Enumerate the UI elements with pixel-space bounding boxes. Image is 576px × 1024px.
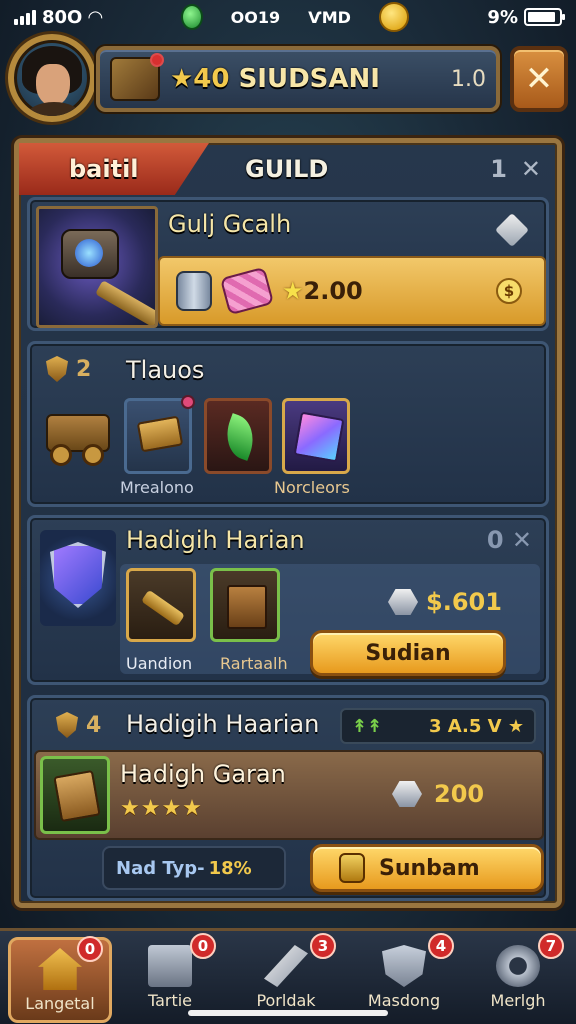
carrier-text: 80О (42, 6, 83, 28)
home-indicator[interactable] (188, 1010, 388, 1016)
slot-label-b: Norcleors (274, 478, 350, 497)
hammer-icon (36, 206, 158, 328)
status-right: 9% (487, 6, 565, 28)
crate-icon (227, 585, 267, 629)
card4-title: Hadigih Haarian (126, 710, 320, 738)
dollar-icon: $ (496, 278, 522, 304)
nav-label: Porldak (256, 991, 316, 1010)
tab-battle[interactable]: baitil (19, 143, 209, 195)
card1-title: Gulj Gcalh (168, 210, 292, 238)
battery-icon (523, 8, 565, 26)
card4-badge: 4 (56, 712, 101, 738)
chest-icon (136, 415, 184, 453)
nav-settings[interactable]: Merlgh 7 (466, 933, 570, 1023)
tower-icon (148, 945, 192, 987)
card2-title: Tlauos (126, 356, 205, 384)
item-slot-chest[interactable] (124, 395, 195, 474)
gold-coin-icon (378, 2, 409, 32)
item-slot-tome[interactable] (282, 398, 350, 474)
slot-label-a: Mrealono (120, 478, 194, 497)
shield-icon (382, 945, 426, 987)
status-center-b: ѴМD (308, 7, 351, 27)
tab-bar: baitil GUILD 1 ✕ (19, 143, 557, 195)
ribbon-icon (219, 266, 275, 316)
quest-subtitle: Hadigh Garan (120, 760, 286, 788)
tab-controls: 1 ✕ (490, 155, 557, 183)
rating-stars: ★★★★ (120, 796, 203, 821)
guild-header-panel: ★40 SIUDSANI 1.0 (96, 46, 500, 112)
notification-dot (181, 395, 195, 409)
guild-reward-card: Gulj Gcalh ★2.00 $ (27, 197, 549, 331)
nav-label: Masdong (367, 991, 441, 1010)
card3-title: Hadigih Harian (126, 526, 305, 554)
nav-badge: 0 (77, 936, 103, 962)
nav-badge: 4 (428, 933, 454, 959)
status-center-a: ОО19 (230, 7, 281, 27)
reward-value: ★2.00 (282, 277, 363, 305)
wifi-icon: ◠ (88, 6, 103, 28)
offer-price: $.601 (388, 588, 502, 616)
items-card: 2 Tlauos Mrealono Norcleors (27, 341, 549, 507)
quest-submit-button[interactable]: Sunbam (310, 844, 544, 892)
offer-label-b: Rartaalh (220, 654, 288, 673)
nav-label: Merlgh (490, 991, 546, 1010)
nav-label: Tartie (147, 991, 193, 1010)
panel-close-icon[interactable]: ✕ (521, 155, 541, 183)
tab-guild[interactable]: GUILD (209, 155, 490, 183)
silver-gem-icon (392, 781, 422, 807)
tab-count: 1 (490, 155, 507, 183)
nav-badge: 3 (310, 933, 336, 959)
status-bar: 80О ◠ ОО19 ѴМD 9% (0, 0, 576, 34)
scroll-item-tile[interactable] (40, 756, 110, 834)
offer-item-tube[interactable] (126, 568, 196, 642)
item-slot-leaf[interactable] (204, 398, 272, 474)
nav-label: Langetal (25, 994, 95, 1013)
card2-badge: 2 (46, 356, 91, 382)
green-gem-icon (180, 4, 203, 30)
leaf-icon (219, 413, 261, 461)
nav-home[interactable]: Langetal 0 (8, 936, 112, 1023)
status-center: ОО19 ѴМD (180, 2, 409, 32)
info-pill: Nad Typ- 18% (102, 846, 286, 890)
scroll-icon (53, 769, 101, 823)
guild-name: ★40 SIUDSANI (170, 64, 380, 94)
spyglass-icon (140, 589, 186, 627)
player-avatar[interactable] (8, 34, 96, 122)
battery-text: 9% (487, 6, 518, 28)
card3-close[interactable]: 0 ✕ (487, 526, 532, 554)
nav-badge: 0 (190, 933, 216, 959)
status-left: 80О ◠ (14, 7, 102, 28)
signal-icon (14, 9, 36, 25)
guild-level: 1.0 (451, 66, 486, 92)
barrel-icon (176, 271, 212, 311)
diamond-icon (495, 213, 529, 247)
guild-emblem-icon (110, 53, 164, 101)
offer-card: Hadigih Harian 0 ✕ Uandion Rartaalh $.60… (27, 515, 549, 685)
silver-gem-icon (388, 589, 418, 615)
guild-panel: baitil GUILD 1 ✕ Gulj Gcalh ★2.00 $ 2 Tl… (14, 138, 562, 908)
magic-tome-icon (293, 411, 345, 463)
shield-badge-icon (46, 356, 68, 382)
cannon-icon (40, 400, 120, 474)
offer-label-a: Uandion (126, 654, 193, 673)
offer-claim-button[interactable]: Sudian (310, 630, 506, 676)
house-icon (38, 948, 82, 990)
close-button[interactable]: ✕ (510, 46, 568, 112)
feather-icon (264, 945, 308, 987)
quest-card: 4 Hadigih Haarian ↟↟ 3 A.5 V ★ Hadigh Ga… (27, 695, 549, 901)
gold-bag-icon (339, 853, 365, 883)
gear-icon (496, 945, 540, 987)
shield-badge-icon (56, 712, 78, 738)
offer-item-crate[interactable] (210, 568, 280, 642)
stat-pill: ↟↟ 3 A.5 V ★ (340, 708, 536, 744)
quest-price: 200 (392, 780, 484, 808)
crystal-shield-icon (40, 530, 116, 626)
reward-bar[interactable]: ★2.00 $ (158, 256, 546, 326)
nav-badge: 7 (538, 933, 564, 959)
